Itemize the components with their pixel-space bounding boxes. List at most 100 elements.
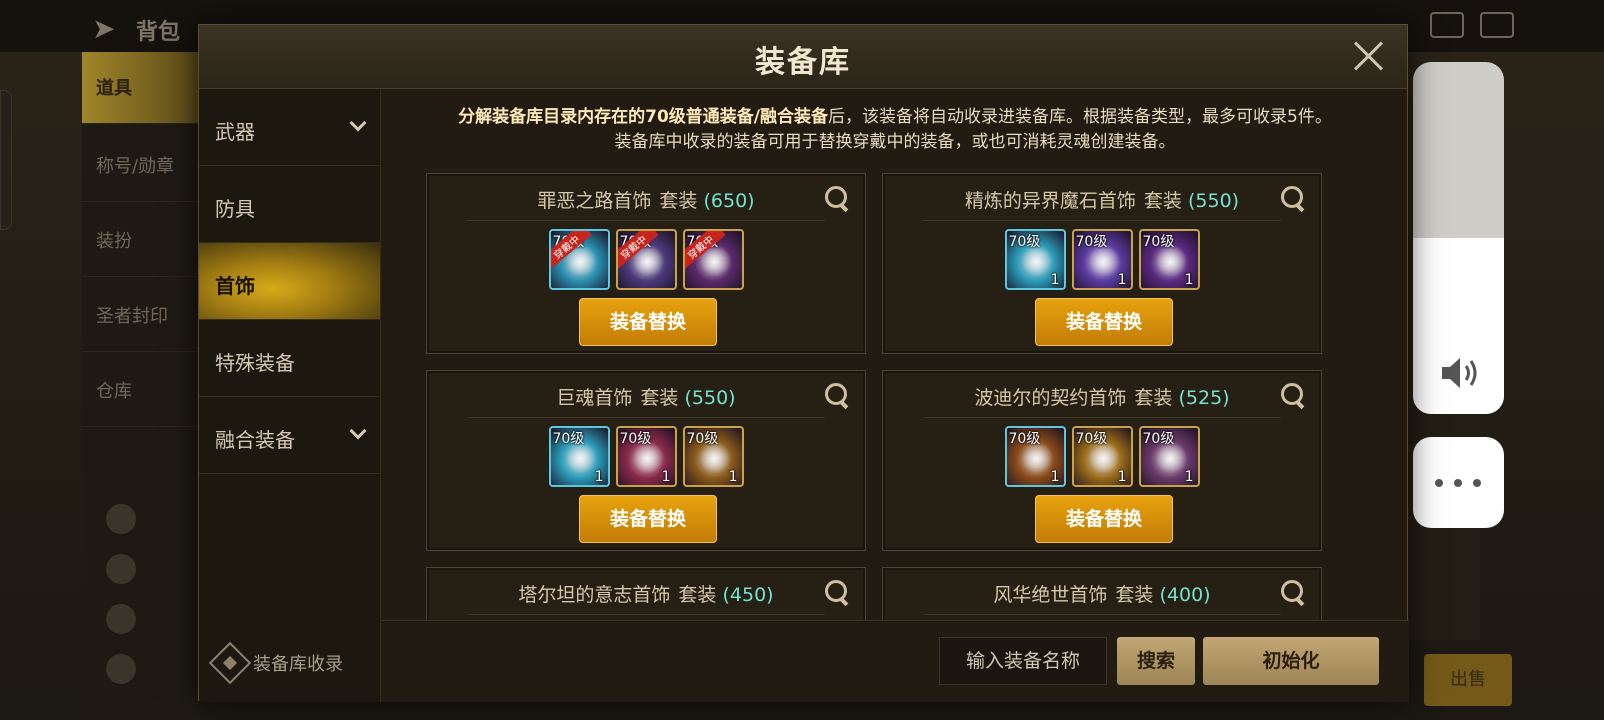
background-sell-button: 出售 bbox=[1424, 654, 1512, 706]
background-sidebar-item: 称号/勋章 bbox=[82, 130, 200, 202]
magnifier-icon[interactable] bbox=[1281, 383, 1307, 409]
description-text: 后，该装备将自动收录进装备库。根据装备类型，最多可收录5件。 bbox=[828, 107, 1332, 127]
item-count: 1 bbox=[1050, 272, 1060, 288]
item-level: 70级 bbox=[1075, 431, 1108, 447]
back-arrow-icon: ➤ bbox=[92, 12, 116, 45]
background-sidebar-item: 道具 bbox=[82, 52, 200, 124]
chat-icon bbox=[1480, 12, 1514, 38]
item-level: 70级 bbox=[1075, 234, 1108, 250]
category-accessory[interactable]: 首饰 bbox=[199, 243, 380, 320]
magnifier-icon[interactable] bbox=[1281, 186, 1307, 212]
equipment-item-slot[interactable]: 70级穿戴中 bbox=[682, 229, 744, 290]
category-label: 首饰 bbox=[215, 274, 255, 298]
search-button[interactable]: 搜索 bbox=[1117, 637, 1195, 685]
volume-slider[interactable] bbox=[1413, 62, 1504, 414]
search-input[interactable] bbox=[939, 637, 1107, 685]
category-fusion[interactable]: 融合装备 bbox=[199, 397, 380, 474]
set-card: 塔尔坦的意志首饰 套装 (450) bbox=[426, 567, 866, 620]
set-score: (650) bbox=[703, 190, 755, 212]
set-label: 套装 bbox=[1134, 387, 1173, 409]
magnifier-icon[interactable] bbox=[825, 580, 851, 606]
chevron-down-icon bbox=[349, 114, 367, 132]
item-count: 1 bbox=[594, 469, 604, 485]
set-score: (525) bbox=[1178, 387, 1230, 409]
item-count: 1 bbox=[1117, 272, 1127, 288]
item-count: 1 bbox=[661, 469, 671, 485]
magnifier-icon[interactable] bbox=[825, 186, 851, 212]
item-count: 1 bbox=[1184, 469, 1194, 485]
item-row: 70级 1 70级 1 70级 1 bbox=[883, 229, 1321, 290]
set-score: (550) bbox=[684, 387, 736, 409]
close-icon[interactable] bbox=[1351, 39, 1385, 73]
set-card-header: 塔尔坦的意志首饰 套装 (450) bbox=[427, 568, 865, 614]
set-score: (450) bbox=[722, 584, 774, 606]
set-card: 罪恶之路首饰套装 (650)70级穿戴中70级穿戴中70级穿戴中装备替换 bbox=[426, 173, 866, 354]
description-line-1: 分解装备库目录内存在的70级普通装备/融合装备后，该装备将自动收录进装备库。根据… bbox=[381, 105, 1409, 130]
set-name: 塔尔坦的意志首饰 bbox=[518, 584, 671, 606]
equipment-item-slot[interactable]: 70级 1 bbox=[615, 426, 677, 487]
item-level: 70级 bbox=[619, 431, 652, 447]
category-weapon[interactable]: 武器 bbox=[199, 89, 380, 166]
divider bbox=[467, 417, 825, 418]
background-sidebar-item: 装扮 bbox=[82, 205, 200, 277]
background-back-label: 背包 bbox=[136, 20, 181, 45]
equipment-item-slot[interactable]: 70级 1 bbox=[682, 426, 744, 487]
set-card-header: 波迪尔的契约首饰 套装 (525) bbox=[883, 371, 1321, 417]
dot-icon bbox=[1454, 479, 1462, 487]
background-sidebar-item: 仓库 bbox=[82, 355, 200, 427]
set-score: (550) bbox=[1187, 190, 1240, 212]
set-card: 巨魂首饰 套装 (550) 70级 1 70级 1 70级 1 装备替换 bbox=[426, 370, 866, 551]
equipment-item-slot[interactable]: 70级 1 bbox=[1004, 426, 1066, 487]
chevron-down-icon bbox=[349, 422, 367, 440]
description: 分解装备库目录内存在的70级普通装备/融合装备后，该装备将自动收录进装备库。根据… bbox=[381, 105, 1409, 155]
equipment-item-slot[interactable]: 70级穿戴中 bbox=[615, 229, 677, 290]
magnifier-icon[interactable] bbox=[825, 383, 851, 409]
divider bbox=[923, 220, 1281, 221]
category-armor[interactable]: 防具 bbox=[199, 166, 380, 243]
equipment-item-slot[interactable]: 70级 1 bbox=[1071, 229, 1133, 290]
magnifier-icon[interactable] bbox=[1281, 580, 1307, 606]
equipment-item-slot[interactable]: 70级 1 bbox=[1138, 229, 1200, 290]
category-menu: 武器 防具 首饰 特殊装备 融合装备 装备库收录 bbox=[199, 89, 381, 702]
collect-label: 装备库收录 bbox=[253, 654, 343, 675]
collect-icon bbox=[208, 641, 252, 685]
item-level: 70级 bbox=[1142, 431, 1175, 447]
set-card-header: 精炼的异界魔石首饰 套装 (550) bbox=[883, 174, 1321, 220]
category-label: 融合装备 bbox=[215, 428, 295, 452]
item-row: 70级 1 70级 1 70级 1 bbox=[427, 426, 865, 487]
item-count: 1 bbox=[728, 469, 738, 485]
equipment-item-slot[interactable]: 70级 1 bbox=[1071, 426, 1133, 487]
item-row: 70级 1 70级 1 70级 1 bbox=[883, 426, 1321, 487]
set-name: 巨魂首饰 bbox=[556, 387, 633, 409]
set-label: 套装 bbox=[1143, 190, 1182, 212]
replace-equipment-button[interactable]: 装备替换 bbox=[579, 495, 717, 543]
divider bbox=[467, 614, 825, 615]
set-name: 波迪尔的契约首饰 bbox=[974, 387, 1127, 409]
equipment-item-slot[interactable]: 70级穿戴中 bbox=[548, 229, 610, 290]
background-sub-item bbox=[102, 600, 198, 640]
reset-button[interactable]: 初始化 bbox=[1203, 637, 1379, 685]
item-count: 1 bbox=[1117, 469, 1127, 485]
dot-icon bbox=[1473, 479, 1481, 487]
set-card: 风华绝世首饰 套装 (400) bbox=[882, 567, 1322, 620]
mail-icon bbox=[1430, 12, 1464, 38]
collect-link[interactable]: 装备库收录 bbox=[208, 641, 343, 685]
set-label: 套装 bbox=[659, 190, 698, 212]
category-special[interactable]: 特殊装备 bbox=[199, 320, 380, 397]
item-level: 70级 bbox=[1008, 431, 1041, 447]
item-count: 1 bbox=[1050, 469, 1060, 485]
replace-equipment-button[interactable]: 装备替换 bbox=[579, 298, 717, 346]
equipment-item-slot[interactable]: 70级 1 bbox=[1004, 229, 1066, 290]
replace-equipment-button[interactable]: 装备替换 bbox=[1035, 495, 1173, 543]
background-sub-item bbox=[102, 650, 198, 690]
description-line-2: 装备库中收录的装备可用于替换穿戴中的装备，或也可消耗灵魂创建装备。 bbox=[614, 132, 1176, 152]
category-label: 武器 bbox=[215, 120, 255, 144]
equipment-item-slot[interactable]: 70级 1 bbox=[548, 426, 610, 487]
equipment-item-slot[interactable]: 70级 1 bbox=[1138, 426, 1200, 487]
replace-equipment-button[interactable]: 装备替换 bbox=[1035, 298, 1173, 346]
set-name: 风华绝世首饰 bbox=[993, 584, 1108, 606]
equipment-library-modal: 装备库 武器 防具 首饰 特殊装备 融合装备 装备库收录 分解装备库目录内存在的… bbox=[198, 24, 1409, 702]
item-level: 70级 bbox=[1008, 234, 1041, 250]
more-options-button[interactable] bbox=[1413, 437, 1504, 528]
set-card: 波迪尔的契约首饰 套装 (525) 70级 1 70级 1 70级 1 装备替换 bbox=[882, 370, 1322, 551]
